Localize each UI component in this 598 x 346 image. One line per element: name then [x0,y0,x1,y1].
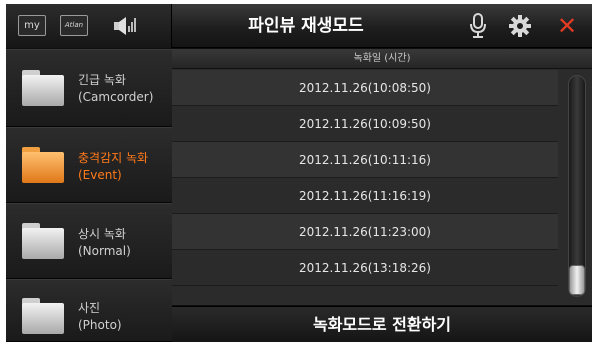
sidebar-item-camcorder[interactable]: 긴급 녹화 (Camcorder) [6,49,172,127]
list-item[interactable]: 2012.11.26(10:09:50) [172,106,558,142]
my-button[interactable]: my [18,15,46,36]
list-item[interactable]: 2012.11.26(11:23:00) [172,214,558,250]
speaker-icon[interactable] [112,14,138,38]
sidebar-item-normal[interactable]: 상시 녹화 (Normal) [6,203,172,279]
top-bar: my Atlan 파인뷰 재생모드 ✕ [6,4,592,48]
atlan-button[interactable]: Atlan [60,15,88,36]
player-screen: my Atlan 파인뷰 재생모드 ✕ 긴급 녹화 (Camcorder) 충격… [6,4,592,342]
sidebar-item-photo[interactable]: 사진 (Photo) [6,279,172,342]
close-icon[interactable]: ✕ [554,13,580,39]
switch-to-record-mode-button[interactable]: 녹화모드로 전환하기 [172,306,592,342]
top-left-toolbar: my Atlan [6,4,172,48]
sidebar-item-label: 상시 녹화 (Normal) [78,227,131,258]
scrollbar-track[interactable] [568,75,586,297]
sidebar-item-label: 사진 (Photo) [78,301,122,332]
list-item[interactable]: 2012.11.26(10:08:50) [172,70,558,106]
page-title: 파인뷰 재생모드 [248,16,364,36]
recording-list: 녹화일 (시간) 2012.11.26(10:08:50) 2012.11.26… [172,49,592,305]
list-item[interactable]: 2012.11.26(11:16:19) [172,178,558,214]
gear-icon[interactable] [509,15,531,37]
sidebar-item-event[interactable]: 충격감지 녹화 (Event) [6,127,172,203]
sidebar-item-label: 긴급 녹화 (Camcorder) [78,73,154,104]
scrollbar-thumb[interactable] [569,265,585,295]
folder-icon [22,70,64,106]
list-item[interactable]: 2012.11.26(13:18:26) [172,250,558,286]
list-header: 녹화일 (시간) [172,49,592,69]
sidebar-item-label: 충격감지 녹화 (Event) [78,151,149,182]
folder-icon [22,147,64,183]
folder-icon [22,223,64,259]
microphone-icon[interactable] [468,13,488,39]
folder-icon [22,298,64,334]
list-item[interactable]: 2012.11.26(10:11:16) [172,142,558,178]
folder-sidebar: 긴급 녹화 (Camcorder) 충격감지 녹화 (Event) 상시 녹화 (No… [6,49,172,342]
